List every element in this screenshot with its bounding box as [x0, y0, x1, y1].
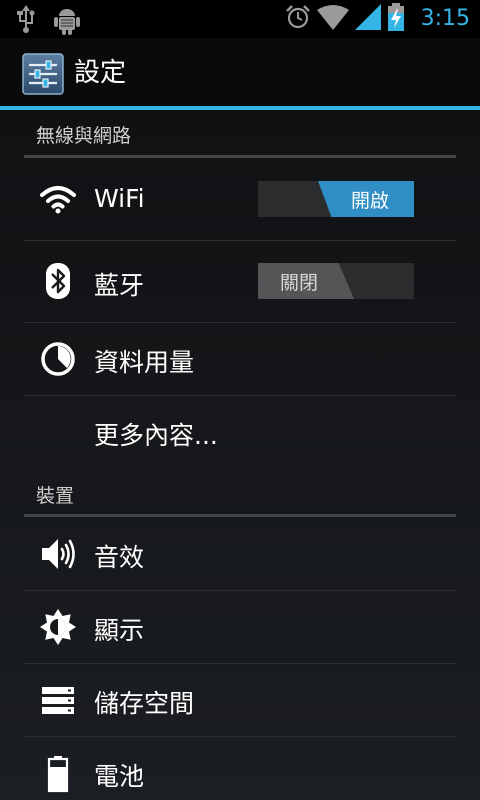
- action-bar: 設定: [0, 38, 480, 106]
- brightness-icon: [38, 607, 78, 647]
- settings-item-label: 音效: [94, 543, 145, 572]
- wifi-toggle[interactable]: 開啟: [258, 181, 414, 217]
- settings-item-label: WiFi: [94, 184, 145, 213]
- settings-item-sound[interactable]: 音效: [24, 517, 456, 590]
- bluetooth-toggle[interactable]: 關閉: [258, 263, 414, 299]
- status-time: 3:15: [420, 6, 470, 31]
- toggle-thumb: 開啟: [318, 181, 414, 217]
- settings-sliders-icon[interactable]: [22, 53, 64, 95]
- settings-item-label: 資料用量: [94, 348, 195, 377]
- storage-icon: [38, 680, 78, 720]
- section-divider: [24, 155, 456, 158]
- data-usage-icon: [38, 339, 78, 379]
- settings-screen: 3:15 設定 無線與網路 WiFi 開啟 藍牙 關閉 資料用量 更多內容...…: [0, 0, 480, 800]
- section-header-wireless: 無線與網路: [36, 125, 132, 147]
- settings-item-storage[interactable]: 儲存空間: [24, 664, 456, 736]
- page-title: 設定: [74, 58, 127, 88]
- wifi-signal-icon: [316, 4, 349, 34]
- wifi-icon: [38, 179, 78, 219]
- settings-item-label: 顯示: [94, 616, 145, 645]
- cell-signal-icon: [354, 4, 381, 34]
- settings-item-label: 更多內容...: [94, 421, 218, 450]
- alarm-icon: [285, 4, 311, 34]
- usb-icon: [14, 5, 38, 39]
- speaker-icon: [38, 534, 78, 574]
- settings-item-more[interactable]: 更多內容...: [24, 396, 456, 468]
- battery-charging-icon: [387, 3, 405, 35]
- settings-item-label: 藍牙: [94, 271, 145, 300]
- settings-item-battery[interactable]: 電池: [24, 737, 456, 800]
- settings-item-data-usage[interactable]: 資料用量: [24, 323, 456, 395]
- settings-item-label: 電池: [94, 762, 145, 791]
- action-bar-divider: [0, 106, 480, 110]
- battery-icon: [38, 753, 78, 793]
- section-header-device: 裝置: [36, 485, 75, 507]
- bluetooth-icon: [38, 261, 78, 301]
- toggle-thumb: 關閉: [258, 263, 354, 299]
- status-bar: 3:15: [0, 0, 480, 38]
- android-debug-icon: [54, 5, 80, 39]
- settings-item-label: 儲存空間: [94, 689, 195, 718]
- settings-item-display[interactable]: 顯示: [24, 591, 456, 663]
